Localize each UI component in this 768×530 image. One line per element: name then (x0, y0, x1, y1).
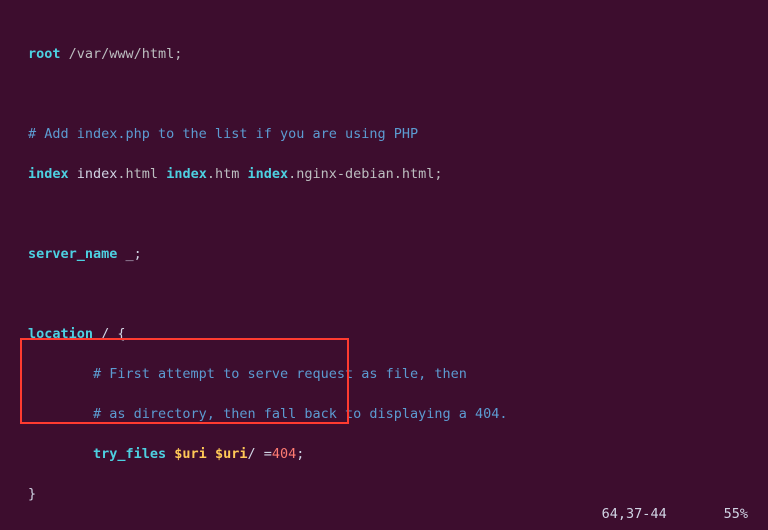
code-line: server_name _; (28, 244, 768, 264)
variable-uri: $uri (207, 446, 248, 462)
code-line: # First attempt to serve request as file… (28, 364, 768, 384)
code-line-blank (28, 284, 768, 304)
code-line: location / { (28, 324, 768, 344)
code-editor[interactable]: root /var/www/html; # Add index.php to t… (0, 0, 768, 530)
comment: # Add index.php to the list if you are u… (28, 126, 418, 142)
variable-uri: $uri (166, 446, 207, 462)
cursor-position: 64,37-44 (602, 506, 667, 522)
directive-index: index (28, 166, 69, 182)
comment: # as directory, then fall back to displa… (28, 406, 508, 422)
code-line-blank (28, 524, 768, 530)
directive-location: location (28, 326, 93, 342)
code-line: # Add index.php to the list if you are u… (28, 124, 768, 144)
directive-try-files: try_files (28, 446, 166, 462)
code-line: root /var/www/html; (28, 44, 768, 64)
code-line: try_files $uri $uri/ =404; (28, 444, 768, 464)
directive-server-name: server_name (28, 246, 117, 262)
code-line: index index.html index.htm index.nginx-d… (28, 164, 768, 184)
directive-root: root (28, 46, 61, 62)
path: /var/www/html; (61, 46, 183, 62)
code-line: } (28, 484, 768, 504)
number: 404 (272, 446, 296, 462)
comment: # First attempt to serve request as file… (28, 366, 467, 382)
vim-status-bar: 64,37-44 55% (602, 504, 748, 524)
code-line-blank (28, 84, 768, 104)
code-line-blank (28, 204, 768, 224)
code-line: # as directory, then fall back to displa… (28, 404, 768, 424)
scroll-percent: 55% (724, 506, 748, 522)
